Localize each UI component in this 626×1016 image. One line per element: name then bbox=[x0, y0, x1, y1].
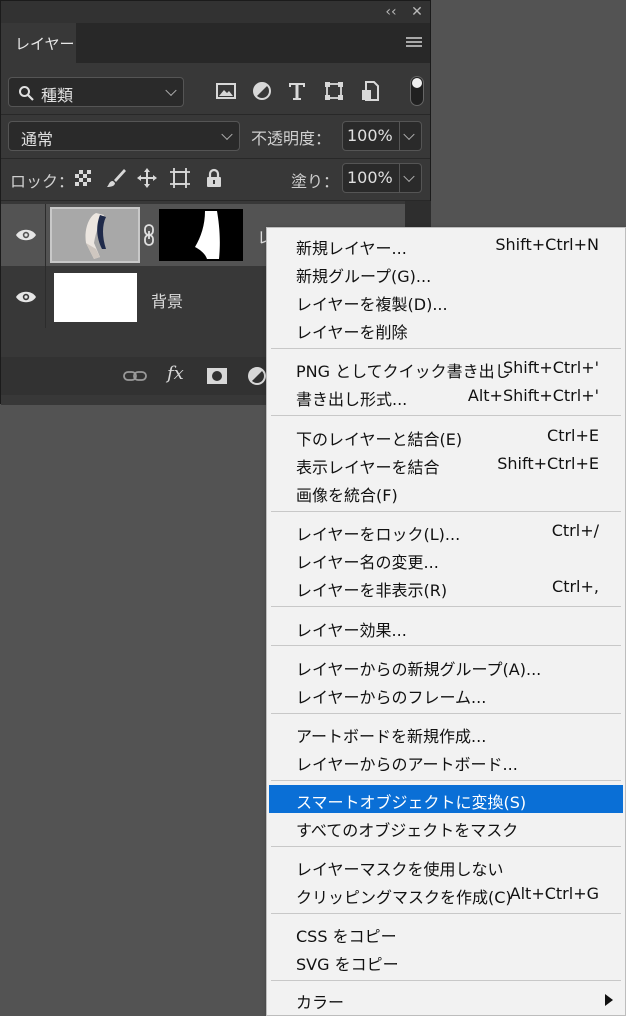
opacity-field[interactable]: 100% bbox=[342, 121, 422, 151]
menu-item-quick-export-png[interactable]: PNG としてクイック書き出し Shift+Ctrl+' bbox=[269, 354, 623, 382]
lock-artboard-icon[interactable] bbox=[169, 167, 191, 189]
lock-position-move-icon[interactable] bbox=[136, 167, 158, 189]
blend-mode-value: 通常 bbox=[21, 130, 54, 149]
chevron-down-icon bbox=[221, 128, 233, 141]
collapse-panel-button[interactable]: ‹‹ bbox=[381, 2, 401, 22]
opacity-label: 不透明度： bbox=[251, 129, 332, 148]
panel-titlebar: ‹‹ ✕ bbox=[1, 1, 430, 23]
menu-item-disable-layer-mask[interactable]: レイヤーマスクを使用しない bbox=[269, 852, 623, 880]
panel-menu-icon[interactable] bbox=[406, 37, 422, 49]
menu-item-flatten-image[interactable]: 画像を統合(F) bbox=[269, 478, 623, 506]
menu-item-layer-effects[interactable]: レイヤー効果... bbox=[269, 613, 623, 641]
blend-mode-dropdown[interactable]: 通常 bbox=[8, 121, 240, 151]
tab-layers[interactable]: レイヤー bbox=[1, 23, 76, 63]
shape-filter-icon[interactable] bbox=[322, 79, 346, 103]
menu-item-new-artboard[interactable]: アートボードを新規作成... bbox=[269, 719, 623, 747]
menu-separator bbox=[271, 606, 621, 607]
menu-item-merge-down[interactable]: 下のレイヤーと結合(E) Ctrl+E bbox=[269, 422, 623, 450]
menu-item-convert-to-smart-object[interactable]: スマートオブジェクトに変換(S) bbox=[269, 785, 623, 813]
fill-value: 100% bbox=[347, 168, 393, 187]
menu-item-rename-layer[interactable]: レイヤー名の変更... bbox=[269, 545, 623, 573]
adjustment-filter-icon[interactable] bbox=[250, 79, 274, 103]
menu-item-duplicate-layer[interactable]: レイヤーを複製(D)... bbox=[269, 287, 623, 315]
submenu-arrow-icon bbox=[605, 994, 613, 1006]
menu-separator bbox=[271, 348, 621, 349]
menu-item-artboard-from-layers[interactable]: レイヤーからのアートボード... bbox=[269, 747, 623, 775]
lock-transparent-pixels-icon[interactable] bbox=[72, 167, 94, 189]
menu-item-new-group[interactable]: 新規グループ(G)... bbox=[269, 259, 623, 287]
link-layers-icon[interactable] bbox=[123, 365, 147, 387]
filter-kind-dropdown[interactable]: 種類 bbox=[8, 77, 184, 107]
layer-mask-thumbnail[interactable] bbox=[159, 209, 243, 261]
layer-thumbnail[interactable] bbox=[50, 207, 140, 263]
divider bbox=[1, 200, 430, 201]
menu-item-create-clipping-mask[interactable]: クリッピングマスクを作成(C) Alt+Ctrl+G bbox=[269, 880, 623, 908]
menu-separator bbox=[271, 846, 621, 847]
smart-object-filter-icon[interactable] bbox=[358, 79, 382, 103]
menu-separator bbox=[271, 511, 621, 512]
chevron-down-icon bbox=[165, 84, 177, 97]
lock-image-pixels-brush-icon[interactable] bbox=[105, 167, 127, 189]
add-mask-icon[interactable] bbox=[205, 365, 229, 387]
layer-context-menu: 新規レイヤー... Shift+Ctrl+N 新規グループ(G)... レイヤー… bbox=[266, 227, 626, 1016]
visibility-eye-icon[interactable] bbox=[15, 228, 37, 242]
menu-item-color[interactable]: カラー bbox=[269, 985, 623, 1013]
filter-kind-label: 種類 bbox=[41, 86, 74, 105]
menu-item-export-as[interactable]: 書き出し形式... Alt+Shift+Ctrl+' bbox=[269, 382, 623, 410]
fx-icon[interactable]: fx bbox=[167, 363, 184, 384]
chevron-down-icon bbox=[403, 128, 415, 141]
panel-tab-row: レイヤー bbox=[1, 23, 430, 63]
layer-image-preview bbox=[52, 209, 138, 261]
menu-item-new-layer[interactable]: 新規レイヤー... Shift+Ctrl+N bbox=[269, 231, 623, 259]
menu-item-frame-from-layers[interactable]: レイヤーからのフレーム... bbox=[269, 680, 623, 708]
image-filter-icon[interactable] bbox=[214, 79, 238, 103]
menu-item-merge-visible[interactable]: 表示レイヤーを結合 Shift+Ctrl+E bbox=[269, 450, 623, 478]
fill-label: 塗り： bbox=[291, 172, 340, 191]
filter-toggle[interactable] bbox=[410, 76, 424, 106]
chevron-down-icon bbox=[403, 170, 415, 183]
menu-item-hide-layers[interactable]: レイヤーを非表示(R) Ctrl+, bbox=[269, 573, 623, 601]
menu-item-mask-all-objects[interactable]: すべてのオブジェクトをマスク bbox=[269, 813, 623, 841]
menu-item-delete-layer[interactable]: レイヤーを削除 bbox=[269, 315, 623, 343]
menu-item-copy-css[interactable]: CSS をコピー bbox=[269, 919, 623, 947]
opacity-value: 100% bbox=[347, 126, 393, 145]
layer-name[interactable]: 背景 bbox=[151, 288, 183, 312]
divider bbox=[1, 158, 430, 159]
menu-separator bbox=[271, 780, 621, 781]
menu-separator bbox=[271, 415, 621, 416]
menu-item-copy-svg[interactable]: SVG をコピー bbox=[269, 947, 623, 975]
lock-label: ロック： bbox=[10, 172, 75, 191]
menu-item-group-from-layers[interactable]: レイヤーからの新規グループ(A)... bbox=[269, 652, 623, 680]
type-filter-icon[interactable] bbox=[285, 79, 309, 103]
fill-field[interactable]: 100% bbox=[342, 163, 422, 193]
lock-all-icon[interactable] bbox=[203, 167, 225, 189]
search-icon bbox=[19, 86, 34, 101]
divider bbox=[1, 114, 430, 115]
menu-separator bbox=[271, 913, 621, 914]
menu-separator bbox=[271, 645, 621, 646]
menu-separator bbox=[271, 713, 621, 714]
close-panel-button[interactable]: ✕ bbox=[407, 2, 427, 22]
layer-mask-preview bbox=[159, 209, 243, 261]
menu-separator bbox=[271, 980, 621, 981]
background-thumbnail[interactable] bbox=[54, 273, 137, 322]
chain-link-icon[interactable] bbox=[143, 224, 155, 246]
menu-item-lock-layers[interactable]: レイヤーをロック(L)... Ctrl+/ bbox=[269, 517, 623, 545]
visibility-eye-icon[interactable] bbox=[15, 290, 37, 304]
